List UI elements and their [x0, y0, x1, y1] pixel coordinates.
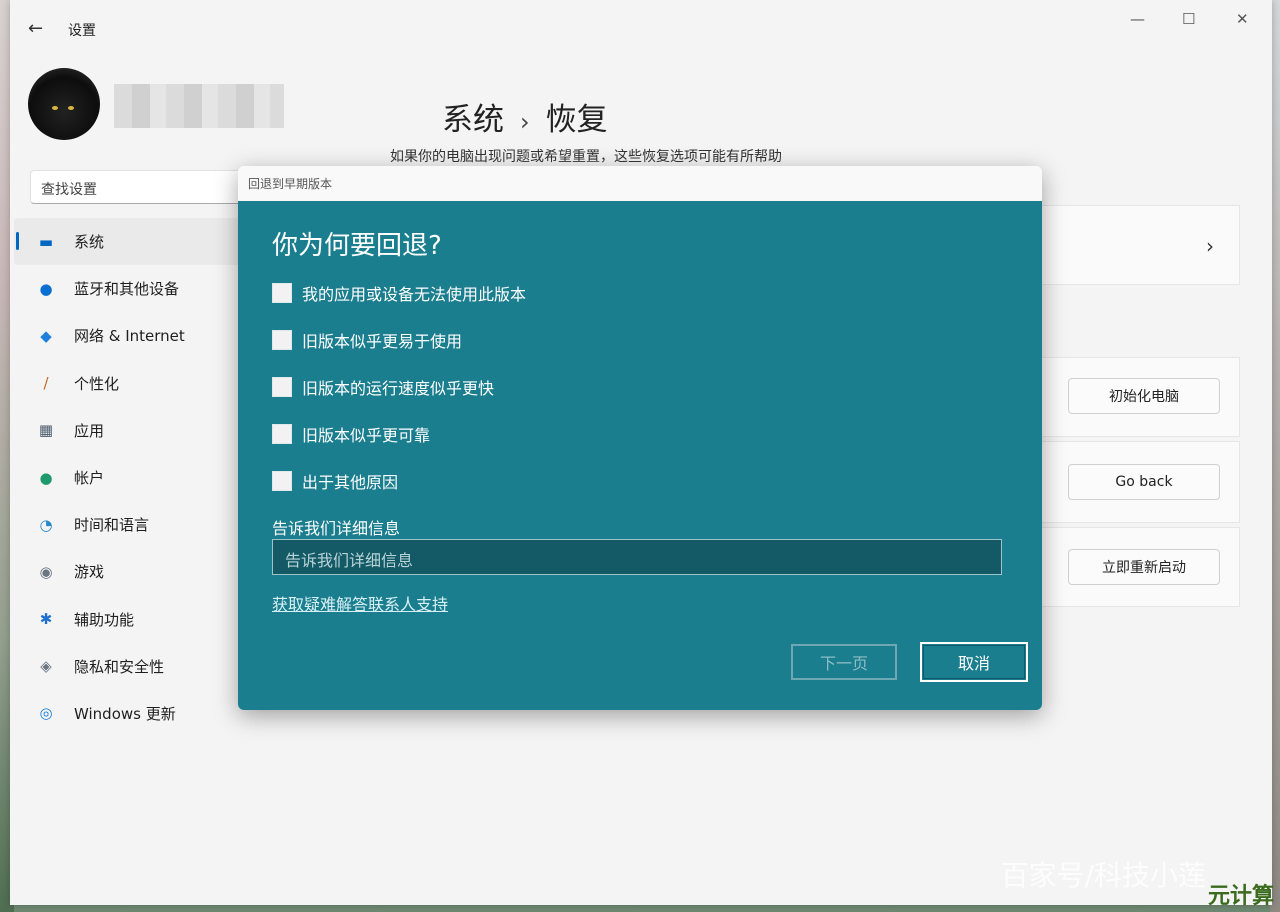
sidebar-item-label: 游戏 [74, 563, 105, 582]
sidebar-item-label: 帐户 [74, 469, 105, 488]
breadcrumb: 系统 › 恢复 [442, 94, 608, 139]
reason-label: 出于其他原因 [302, 473, 399, 492]
checkbox[interactable] [272, 424, 292, 444]
reason-option[interactable]: 旧版本似乎更易于使用 [272, 328, 462, 352]
reason-option[interactable]: 旧版本的运行速度似乎更快 [272, 375, 494, 399]
dialog-title: 回退到早期版本 [238, 166, 1042, 201]
clock-globe-icon: ◔ [39, 515, 53, 534]
sidebar-item-label: 时间和语言 [74, 516, 150, 535]
next-button[interactable]: 下一页 [791, 644, 897, 680]
reason-option[interactable]: 旧版本似乎更可靠 [272, 422, 430, 446]
sidebar-item-bluetooth[interactable]: ● 蓝牙和其他设备 [14, 265, 244, 312]
go-back-dialog: 回退到早期版本 你为何要回退? 我的应用或设备无法使用此版本 旧版本似乎更易于使… [238, 166, 1042, 710]
sidebar-item-label: 个性化 [74, 374, 120, 393]
watermark-text: 百家号/科技小莲 [1000, 859, 1206, 892]
sidebar-item-label: 隐私和安全性 [74, 657, 165, 676]
reason-label: 我的应用或设备无法使用此版本 [302, 285, 527, 304]
dialog-body: 你为何要回退? 我的应用或设备无法使用此版本 旧版本似乎更易于使用 旧版本的运行… [238, 201, 1042, 710]
person-icon: ● [39, 468, 53, 487]
monitor-icon: ▬ [38, 232, 54, 251]
sidebar-item-windows-update[interactable]: ◎ Windows 更新 [14, 690, 244, 737]
breadcrumb-separator: › [520, 108, 530, 136]
checkbox[interactable] [272, 471, 292, 491]
sidebar-nav: ▬ 系统 ● 蓝牙和其他设备 ◆ 网络 & Internet / 个性化 ▦ 应… [14, 218, 244, 737]
page-title: 恢复 [545, 102, 608, 138]
sidebar-item-accounts[interactable]: ● 帐户 [14, 454, 244, 501]
sidebar-item-label: Windows 更新 [74, 704, 176, 723]
sidebar-item-label: 蓝牙和其他设备 [74, 280, 180, 299]
sidebar-item-personalization[interactable]: / 个性化 [14, 360, 244, 407]
page-subtitle: 如果你的电脑出现问题或希望重置，这些恢复选项可能有所帮助 [390, 149, 782, 165]
avatar-eye [68, 106, 74, 110]
restart-now-button[interactable]: 立即重新启动 [1068, 549, 1220, 585]
search-input[interactable]: 查找设置 [30, 170, 250, 204]
details-label: 告诉我们详细信息 [272, 519, 401, 538]
sidebar-item-system[interactable]: ▬ 系统 [14, 218, 244, 266]
sidebar-item-gaming[interactable]: ◉ 游戏 [14, 548, 244, 595]
wifi-icon: ◆ [40, 326, 52, 345]
chevron-right-icon: › [1206, 234, 1214, 258]
reason-label: 旧版本的运行速度似乎更快 [302, 379, 495, 398]
reason-label: 旧版本似乎更可靠 [302, 426, 431, 445]
avatar-eye [52, 106, 58, 110]
accessibility-icon: ✱ [39, 610, 53, 629]
sidebar-item-network[interactable]: ◆ 网络 & Internet [14, 312, 244, 359]
sidebar-item-privacy[interactable]: ◈ 隐私和安全性 [14, 643, 244, 690]
maximize-icon[interactable]: ☐ [1182, 10, 1195, 28]
sidebar-item-accessibility[interactable]: ✱ 辅助功能 [14, 596, 244, 643]
reason-option[interactable]: 出于其他原因 [272, 469, 398, 493]
help-support-link[interactable]: 获取疑难解答联系人支持 [272, 591, 448, 615]
breadcrumb-parent[interactable]: 系统 [442, 102, 504, 138]
checkbox[interactable] [272, 330, 292, 350]
sidebar-item-label: 网络 & Internet [74, 327, 185, 346]
avatar[interactable] [28, 68, 100, 140]
dialog-heading: 你为何要回退? [272, 231, 442, 261]
minimize-icon[interactable]: — [1130, 10, 1145, 28]
checkbox[interactable] [272, 283, 292, 303]
update-icon: ◎ [39, 704, 53, 723]
reason-option[interactable]: 我的应用或设备无法使用此版本 [272, 281, 526, 305]
apps-icon: ▦ [38, 421, 54, 440]
shield-icon: ◈ [40, 657, 52, 676]
sidebar-item-label: 系统 [74, 233, 105, 252]
go-back-button[interactable]: Go back [1068, 464, 1220, 500]
sidebar-item-time-language[interactable]: ◔ 时间和语言 [14, 501, 244, 548]
sidebar-item-label: 辅助功能 [74, 610, 135, 629]
details-input[interactable]: 告诉我们详细信息 [272, 539, 1002, 575]
checkbox[interactable] [272, 377, 292, 397]
close-icon[interactable]: ✕ [1236, 10, 1249, 28]
gamepad-icon: ◉ [39, 562, 53, 581]
window-title: 设置 [68, 23, 96, 39]
brand-logo-text: 元计算 [1207, 884, 1274, 909]
reason-label: 旧版本似乎更易于使用 [302, 332, 463, 351]
sidebar-item-apps[interactable]: ▦ 应用 [14, 407, 244, 454]
brush-icon: / [43, 374, 49, 393]
sidebar-item-label: 应用 [74, 421, 105, 440]
bluetooth-icon: ● [39, 279, 53, 298]
reset-pc-button[interactable]: 初始化电脑 [1068, 378, 1220, 414]
cancel-button[interactable]: 取消 [920, 642, 1028, 682]
back-arrow-icon[interactable]: ← [28, 18, 43, 39]
user-name-blurred [114, 84, 284, 128]
